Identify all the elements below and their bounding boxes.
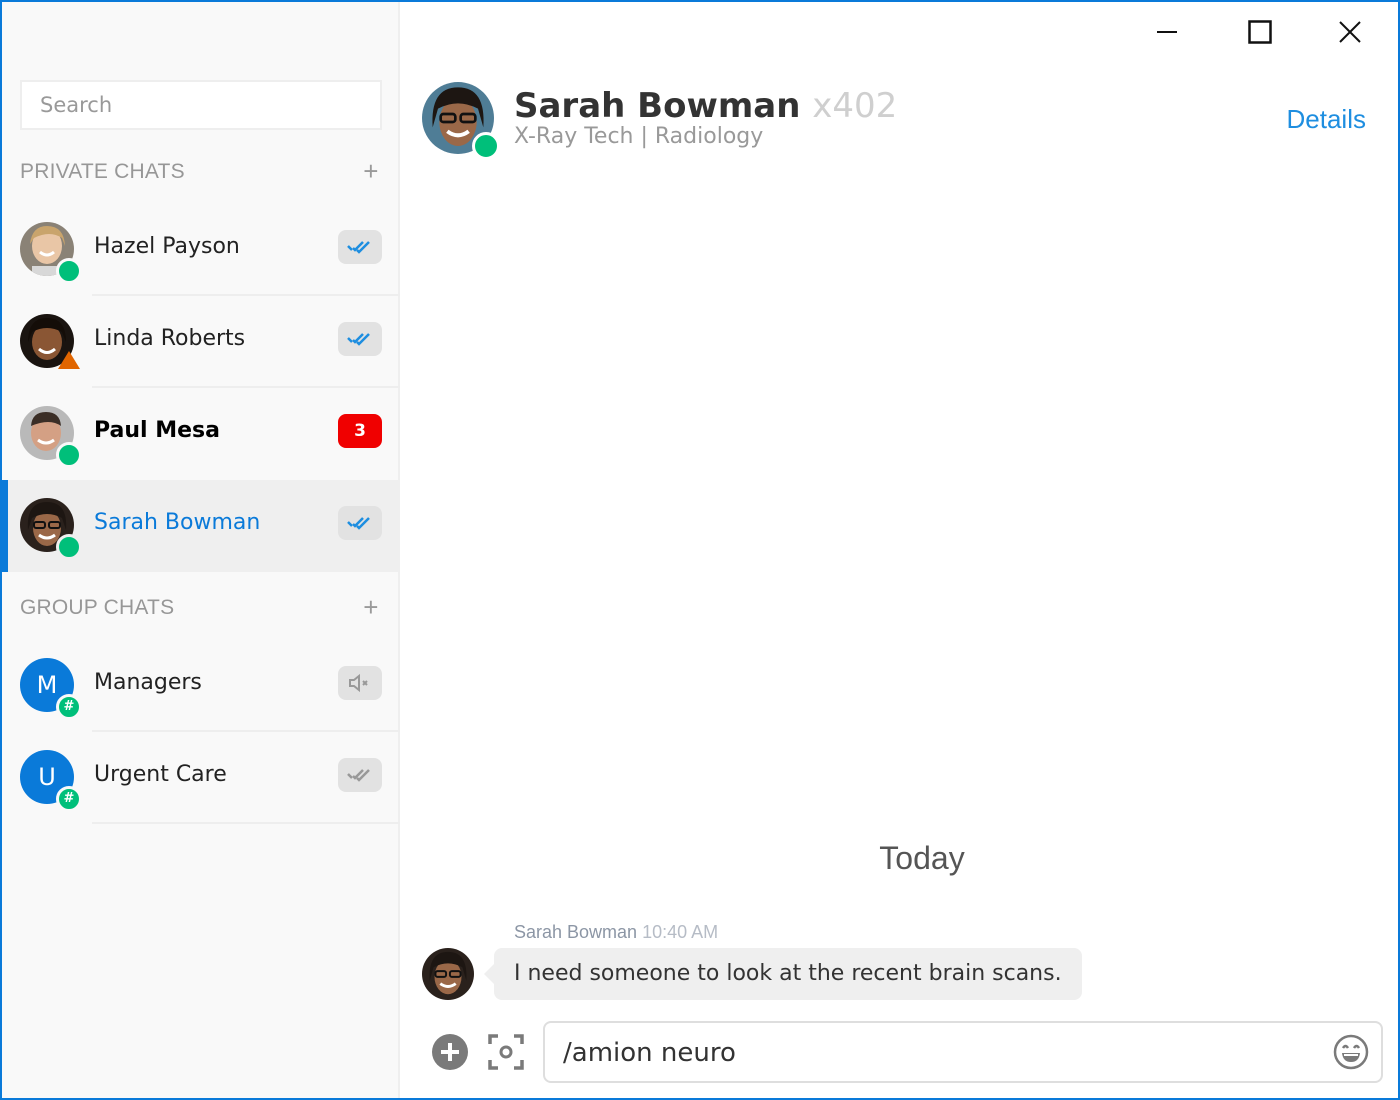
- chat-name: Urgent Care: [94, 762, 227, 787]
- message-input[interactable]: [563, 1031, 1313, 1075]
- online-status-icon: [56, 258, 82, 284]
- private-chats-header: PRIVATE CHATS +: [20, 156, 382, 190]
- close-button[interactable]: [1320, 12, 1380, 52]
- screenshot-capture-icon: [488, 1034, 524, 1070]
- online-status-icon: [472, 132, 500, 160]
- chat-name: Hazel Payson: [94, 234, 240, 259]
- minimize-icon: [1157, 31, 1177, 33]
- contact-extension: x402: [812, 86, 898, 126]
- chat-name: Managers: [94, 670, 202, 695]
- chat-item-paul-mesa[interactable]: Paul Mesa 3: [2, 388, 400, 480]
- message-meta: Sarah Bowman 10:40 AM: [514, 922, 718, 943]
- message-sender: Sarah Bowman: [514, 922, 638, 942]
- muted-chip: [338, 666, 382, 700]
- group-hash-icon: #: [56, 786, 82, 812]
- group-chats-header: GROUP CHATS +: [20, 592, 382, 626]
- app-window: PRIVATE CHATS + Hazel Payson: [0, 0, 1400, 1100]
- double-check-icon: [347, 517, 370, 530]
- unread-count-badge: 3: [338, 414, 382, 448]
- away-status-icon: [58, 351, 80, 369]
- double-check-icon: [347, 241, 370, 254]
- private-chats-title: PRIVATE CHATS: [20, 160, 185, 183]
- divider: [92, 822, 400, 824]
- maximize-button[interactable]: [1230, 12, 1290, 52]
- chat-item-urgent-care[interactable]: U # Urgent Care: [2, 732, 400, 824]
- chat-item-linda-roberts[interactable]: Linda Roberts: [2, 296, 400, 388]
- group-chats-title: GROUP CHATS: [20, 596, 175, 619]
- screenshot-button[interactable]: [488, 1034, 524, 1074]
- double-check-icon: [347, 769, 370, 782]
- read-receipt-chip: [338, 758, 382, 792]
- read-receipt-chip: [338, 230, 382, 264]
- double-check-icon: [347, 333, 370, 346]
- message-composer: [543, 1021, 1383, 1083]
- maximize-icon: [1248, 20, 1272, 44]
- minimize-button[interactable]: [1137, 12, 1197, 52]
- read-receipt-chip: [338, 506, 382, 540]
- add-group-chat-button[interactable]: +: [360, 592, 382, 623]
- online-status-icon: [56, 442, 82, 468]
- read-receipt-chip: [338, 322, 382, 356]
- details-link[interactable]: Details: [1287, 104, 1366, 135]
- contact-name: Sarah Bowman: [514, 86, 801, 126]
- chat-item-managers[interactable]: M # Managers: [2, 640, 400, 732]
- chat-name: Paul Mesa: [94, 418, 220, 443]
- message-bubble: I need someone to look at the recent bra…: [484, 948, 1082, 1000]
- sidebar: PRIVATE CHATS + Hazel Payson: [2, 2, 400, 1098]
- group-hash-icon: #: [56, 694, 82, 720]
- message-time: 10:40 AM: [642, 922, 719, 942]
- person-photo-icon: [422, 948, 474, 1000]
- muted-speaker-icon: [349, 673, 368, 693]
- add-attachment-button[interactable]: [432, 1034, 468, 1074]
- emoji-button[interactable]: [1333, 1034, 1369, 1074]
- online-status-icon: [56, 534, 82, 560]
- add-private-chat-button[interactable]: +: [360, 156, 382, 187]
- contact-subtitle: X-Ray Tech | Radiology: [514, 124, 764, 149]
- close-icon: [1339, 21, 1361, 43]
- chat-item-sarah-bowman[interactable]: Sarah Bowman: [2, 480, 400, 572]
- search-input[interactable]: [20, 80, 382, 130]
- date-separator: Today: [879, 840, 965, 876]
- chat-item-hazel-payson[interactable]: Hazel Payson: [2, 204, 400, 296]
- message-avatar: [422, 948, 474, 1000]
- contact-name-heading: Sarah Bowman x402: [514, 86, 897, 126]
- plus-circle-icon: [432, 1034, 468, 1070]
- emoji-smile-icon: [1333, 1034, 1369, 1070]
- chat-name: Linda Roberts: [94, 326, 246, 351]
- chat-name: Sarah Bowman: [94, 510, 261, 535]
